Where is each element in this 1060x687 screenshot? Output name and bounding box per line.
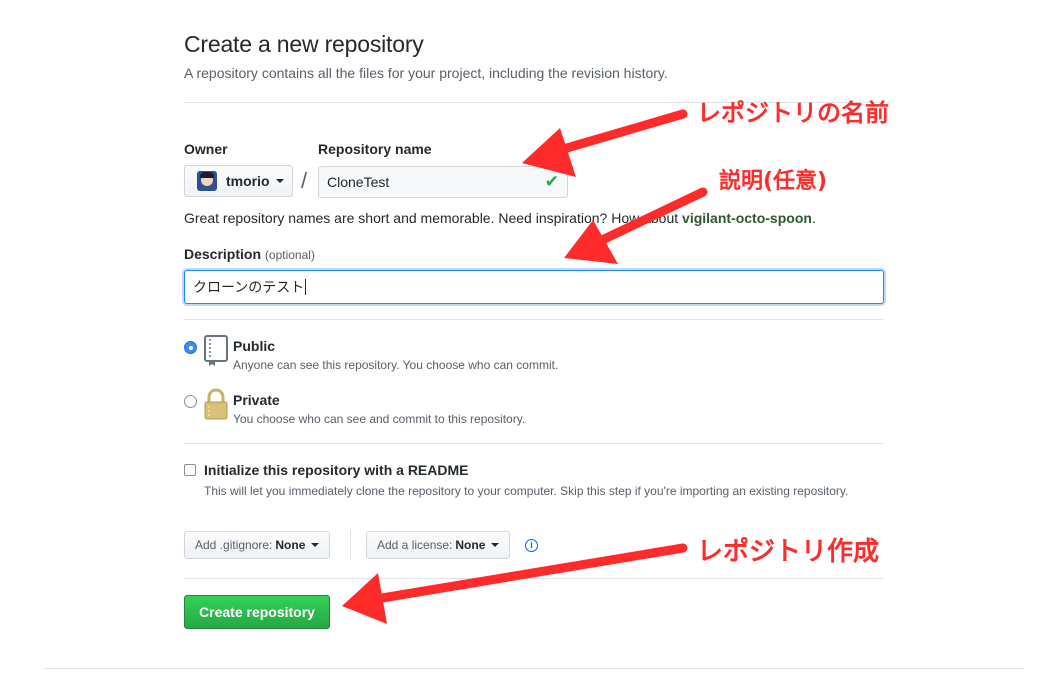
arrow-to-repo-name — [522, 109, 688, 177]
annotation-arrows — [342, 109, 708, 624]
create-repo-page: Create a new repository A repository con… — [0, 0, 1060, 687]
arrow-to-create — [342, 543, 688, 624]
arrow-to-description — [564, 187, 708, 264]
